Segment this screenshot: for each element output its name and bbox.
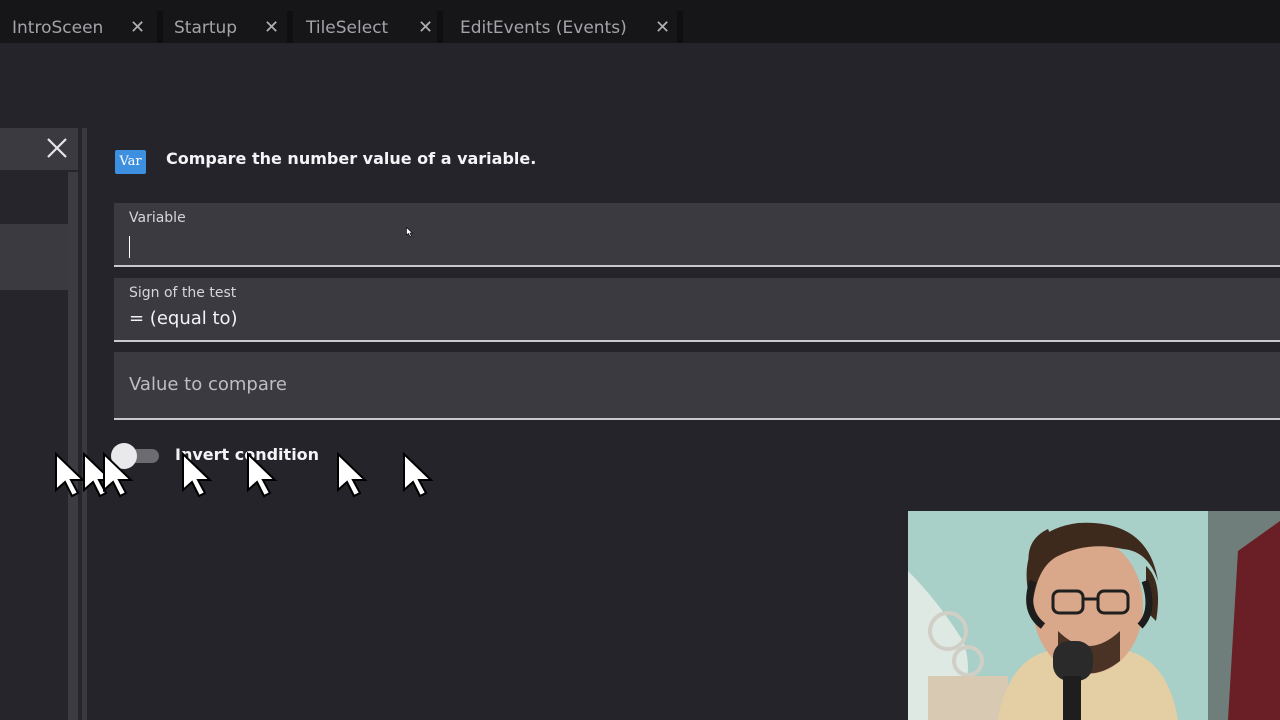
tab-label: EditEvents (Events) xyxy=(460,18,627,38)
scrollbar[interactable] xyxy=(68,172,78,720)
webcam-video-image xyxy=(908,511,1280,720)
variable-icon: Var xyxy=(115,150,146,174)
variable-field-label: Variable xyxy=(129,210,186,226)
compare-value-input[interactable]: Value to compare xyxy=(114,352,1280,420)
mouse-pointer-icon xyxy=(406,227,413,237)
sign-select[interactable]: Sign of the test = (equal to) xyxy=(114,278,1280,342)
panel-divider[interactable] xyxy=(82,128,87,720)
sign-select-value: = (equal to) xyxy=(129,308,238,329)
text-caret xyxy=(129,236,130,258)
tab-bar: IntroSceen ✕ Startup ✕ TileSelect ✕ Edit… xyxy=(0,0,1280,43)
mouse-pointer-icon xyxy=(103,452,134,498)
tab-introsceen[interactable]: IntroSceen ✕ xyxy=(0,11,160,45)
tab-label: TileSelect xyxy=(306,18,389,38)
mouse-pointer-icon xyxy=(182,452,213,498)
tab-editevents[interactable]: EditEvents (Events) ✕ xyxy=(440,11,680,45)
close-icon[interactable]: ✕ xyxy=(655,19,670,37)
close-icon[interactable] xyxy=(45,136,69,160)
variable-field[interactable]: Variable xyxy=(114,203,1280,267)
tab-startup[interactable]: Startup ✕ xyxy=(160,11,290,45)
tab-label: IntroSceen xyxy=(12,18,104,38)
mouse-pointer-icon xyxy=(337,452,368,498)
condition-description: Compare the number value of a variable. xyxy=(166,149,537,168)
webcam-overlay xyxy=(908,511,1280,720)
list-item-selected[interactable] xyxy=(0,224,68,290)
close-icon[interactable]: ✕ xyxy=(130,19,145,37)
tab-tileselect[interactable]: TileSelect ✕ xyxy=(290,11,440,45)
mouse-pointer-icon xyxy=(247,452,278,498)
close-icon[interactable]: ✕ xyxy=(264,19,279,37)
panel-header xyxy=(0,128,78,170)
tab-separator xyxy=(677,11,683,43)
sign-select-label: Sign of the test xyxy=(129,285,237,301)
condition-list-panel xyxy=(0,128,87,720)
compare-value-placeholder: Value to compare xyxy=(129,374,287,395)
tab-label: Startup xyxy=(174,18,238,38)
mouse-pointer-icon xyxy=(403,452,434,498)
close-icon[interactable]: ✕ xyxy=(418,19,433,37)
